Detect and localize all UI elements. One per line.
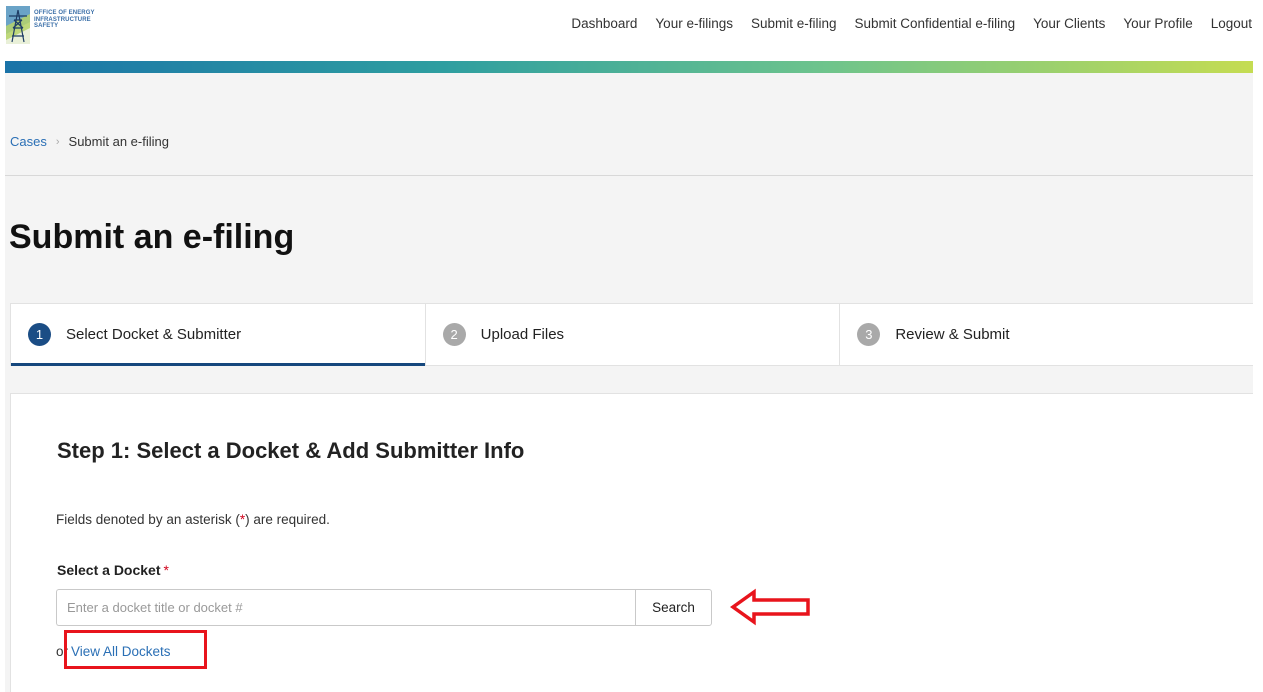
nav-submit-confidential-e-filing[interactable]: Submit Confidential e-filing <box>846 16 1025 31</box>
docket-label-text: Select a Docket <box>57 562 161 578</box>
nav-your-profile[interactable]: Your Profile <box>1114 16 1201 31</box>
step-upload-files[interactable]: 2 Upload Files <box>426 304 841 365</box>
page-title: Submit an e-filing <box>9 218 295 256</box>
docket-field-label: Select a Docket * <box>57 562 169 578</box>
step-select-docket[interactable]: 1 Select Docket & Submitter <box>11 304 426 366</box>
logo-line: SAFETY <box>34 23 59 29</box>
step-label: Upload Files <box>480 326 565 343</box>
breadcrumb-cases-link[interactable]: Cases <box>10 134 47 149</box>
view-all-row: or View All Dockets <box>56 644 171 659</box>
transmission-tower-icon <box>6 6 30 44</box>
required-note-text: Fields denoted by an asterisk ( <box>56 512 240 527</box>
nav-your-clients[interactable]: Your Clients <box>1024 16 1114 31</box>
docket-search-input[interactable] <box>56 589 635 626</box>
nav-submit-e-filing[interactable]: Submit e-filing <box>742 16 846 31</box>
annotation-arrow-icon <box>730 588 810 626</box>
step-review-submit[interactable]: 3 Review & Submit <box>840 304 1253 365</box>
breadcrumb-current: Submit an e-filing <box>68 134 169 149</box>
step-label: Review & Submit <box>895 326 1010 343</box>
logo-wordmark: OFFICE OF ENERGY INFRASTRUCTURE SAFETY <box>34 10 95 30</box>
required-asterisk: * <box>163 562 169 578</box>
logo-line: OFFICE OF ENERGY <box>34 10 95 16</box>
required-note-text: ) are required. <box>245 512 330 527</box>
nav-logout[interactable]: Logout <box>1202 16 1252 31</box>
nav-dashboard[interactable]: Dashboard <box>562 16 646 31</box>
view-all-dockets-link[interactable]: View All Dockets <box>71 644 171 659</box>
step-label: Select Docket & Submitter <box>66 326 242 343</box>
top-navigation: Dashboard Your e-filings Submit e-filing… <box>562 16 1252 31</box>
step-heading: Step 1: Select a Docket & Add Submitter … <box>57 438 525 463</box>
breadcrumb-separator-icon: › <box>55 135 60 148</box>
header-gradient-bar <box>5 61 1253 73</box>
step-number-badge: 1 <box>28 323 51 346</box>
step-number-badge: 2 <box>442 323 466 346</box>
site-logo[interactable]: OFFICE OF ENERGY INFRASTRUCTURE SAFETY <box>6 6 95 44</box>
site-header: OFFICE OF ENERGY INFRASTRUCTURE SAFETY D… <box>0 0 1263 60</box>
or-text: or <box>56 644 69 659</box>
nav-your-e-filings[interactable]: Your e-filings <box>646 16 742 31</box>
breadcrumb-divider <box>5 175 1253 176</box>
form-card: Step 1: Select a Docket & Add Submitter … <box>10 393 1253 692</box>
required-fields-note: Fields denoted by an asterisk (*) are re… <box>56 512 330 527</box>
breadcrumb: Cases › Submit an e-filing <box>10 134 169 149</box>
progress-stepper: 1 Select Docket & Submitter 2 Upload Fil… <box>10 303 1253 366</box>
step-number-badge: 3 <box>857 323 881 346</box>
docket-search-group: Search <box>56 589 712 626</box>
docket-search-button[interactable]: Search <box>635 589 712 626</box>
